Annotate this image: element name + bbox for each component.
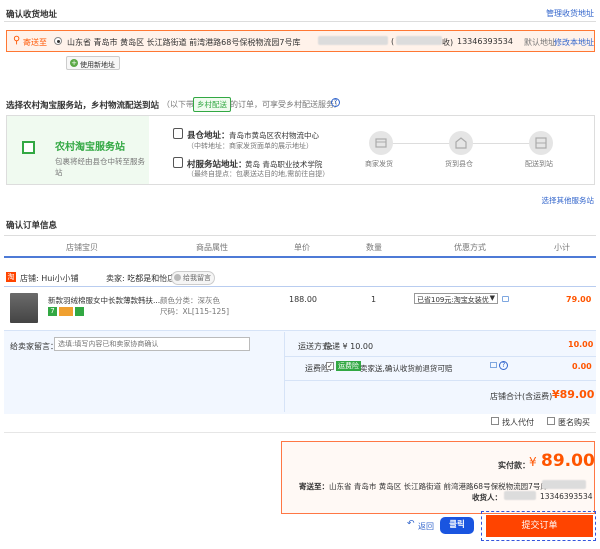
station-checkbox[interactable] [22, 141, 35, 154]
station-desc: 包裹将经由县仓中转至服务站 [55, 157, 145, 177]
discount-selected-value: 已省109元:淘宝女装优 [417, 296, 489, 304]
address-radio[interactable] [54, 37, 62, 45]
rural-station-box: 农村淘宝服务站 包裹将经由县仓中转至服务站 县仓地址： 青岛市黄岛区农村物流中心… [6, 115, 595, 185]
back-arrow-icon[interactable]: ↶ [407, 519, 415, 529]
insurance-text: 卖家送,确认收货前退货可赔 [360, 364, 453, 373]
address-blurred-detail [318, 36, 388, 45]
county-note: （中转地址：商家发货面单的展示地址） [187, 142, 313, 150]
click-badge: 클릭 [440, 517, 474, 534]
location-pin-icon: ⚲ [13, 35, 21, 46]
unit-price: 188.00 [289, 295, 317, 304]
message-label: 给卖家留言： [10, 342, 58, 351]
col-subtotal: 小计 [554, 243, 570, 252]
ship-to-label: 寄送至 [23, 38, 47, 47]
shop-name[interactable]: 店铺: Hui小小铺 [20, 273, 79, 284]
step-county-warehouse: 货到县仓 [445, 160, 473, 168]
size-attribute: 尺码：XL[115-125] [160, 307, 230, 316]
insurance-help-icon[interactable]: ? [499, 361, 508, 370]
use-new-address-button[interactable]: + 使用新地址 [66, 56, 120, 70]
shop-total-value: ¥89.00 [552, 388, 595, 401]
edit-address-link[interactable]: 修改本地址 [554, 37, 594, 48]
proxy-pay-checkbox[interactable] [491, 417, 499, 425]
address-blur-paren: ( [391, 37, 395, 46]
summary-ship-to-label: 寄送至： [299, 482, 329, 491]
rural-delivery-tag: 乡村配送 [193, 97, 231, 112]
col-shop-item: 店铺宝贝 [66, 243, 98, 252]
rural-note-pre: （以下带 [162, 100, 194, 109]
col-discount: 优惠方式 [454, 243, 486, 252]
station-delivery-icon [529, 131, 553, 155]
county-value: 青岛市黄岛区农村物流中心 [229, 131, 319, 140]
shop-total-label: 店铺合计(含运费) [490, 392, 553, 401]
rural-note-post: 的订单，可享受乡村配送服务） [230, 100, 342, 109]
recipient-phone: 13346393534 [457, 37, 513, 46]
shop-icon: 淘 [6, 272, 16, 282]
proxy-pay-label: 找人代付 [502, 418, 534, 427]
summary-recipient-blurred [504, 491, 536, 500]
recipient-suffix: 收) [442, 38, 454, 47]
insurance-checkbox[interactable]: ✓ [326, 362, 334, 370]
discount-select[interactable]: 已省109元:淘宝女装优 ▼ [414, 293, 498, 304]
col-price: 单价 [294, 243, 310, 252]
county-label: 县仓地址： [187, 131, 230, 141]
insurance-tag: 运费险 [336, 361, 361, 371]
paid-label: 实付款： [498, 461, 530, 470]
shipping-method-value: 快递 ¥ 10.00 [324, 342, 374, 351]
insurance-chat-icon[interactable] [490, 362, 497, 368]
summary-address-blurred [542, 480, 586, 489]
merchant-ship-icon [369, 131, 393, 155]
color-attribute: 颜色分类：深灰色 [160, 296, 220, 305]
manage-address-link[interactable]: 管理收货地址 [546, 8, 594, 19]
product-thumbnail[interactable] [10, 293, 38, 323]
col-quantity: 数量 [366, 243, 382, 252]
submit-order-button[interactable]: 提交订单 [486, 515, 593, 537]
help-icon[interactable]: ? [331, 98, 340, 107]
order-summary-box: 实付款： ¥ 89.00 寄送至： 山东省 青岛市 黄岛区 长江路街道 前湾港路… [281, 441, 595, 514]
insurance-cost: 0.00 [572, 362, 592, 371]
step-merchant-ship: 商家发货 [365, 160, 393, 168]
leaf-icon [75, 307, 84, 316]
quantity-value: 1 [371, 295, 377, 304]
seller-name[interactable]: 卖家: 吃都是和怡店 [106, 273, 175, 284]
shipping-cost: 10.00 [568, 340, 594, 349]
paid-amount: 89.00 [541, 451, 595, 471]
village-note: （最终自提点：包裹送达目的地,需前往自提） [187, 170, 330, 178]
other-station-link[interactable]: 选择其他服务站 [542, 195, 595, 206]
plus-icon: + [70, 59, 78, 67]
contact-seller-button[interactable]: 给我留言 [171, 271, 215, 285]
contact-seller-label: 给我留言 [183, 274, 211, 282]
county-warehouse-icon [449, 131, 473, 155]
anonymous-label: 匿名购买 [558, 418, 590, 427]
station-name: 农村淘宝服务站 [55, 142, 125, 153]
chat-icon [174, 274, 181, 281]
address-text: 山东省 青岛市 黄岛区 长江路街道 前湾港路68号保税物流园7号库 [67, 38, 301, 47]
credit-card-icon [59, 307, 73, 316]
discount-info-icon[interactable] [502, 296, 509, 302]
dropdown-arrow-icon: ▼ [489, 294, 495, 302]
summary-recipient-label: 收货人： [472, 493, 502, 502]
address-section-title: 确认收货地址 [6, 10, 58, 20]
recipient-blurred-name [396, 36, 442, 45]
address-selected-row[interactable]: ⚲ 寄送至 山东省 青岛市 黄岛区 长江路街道 前湾港路68号保税物流园7号库 … [6, 30, 595, 52]
seven-day-return-icon: 7 [48, 307, 57, 316]
step-deliver-station: 配送到站 [525, 160, 553, 168]
col-attributes: 商品属性 [196, 243, 228, 252]
summary-recipient-phone: 13346393534 [540, 492, 593, 501]
order-section-title: 确认订单信息 [6, 221, 58, 231]
default-address-label: 默认地址 [524, 38, 556, 47]
station-option[interactable]: 农村淘宝服务站 包裹将经由县仓中转至服务站 [7, 116, 149, 184]
seller-message-input[interactable] [54, 337, 250, 351]
rural-section-title: 选择农村淘宝服务站，乡村物流配送到站 [6, 101, 160, 111]
panel-divider [284, 332, 285, 412]
village-station-icon [173, 157, 183, 168]
paid-currency: ¥ [529, 455, 537, 469]
product-title[interactable]: 新款羽绒棉服女中长款薄款韩扶... [48, 295, 160, 306]
use-new-address-label: 使用新地址 [80, 61, 115, 69]
warehouse-icon [173, 128, 183, 139]
back-link[interactable]: 返回 [418, 521, 434, 532]
item-subtotal: 79.00 [566, 295, 592, 304]
anonymous-checkbox[interactable] [547, 417, 555, 425]
